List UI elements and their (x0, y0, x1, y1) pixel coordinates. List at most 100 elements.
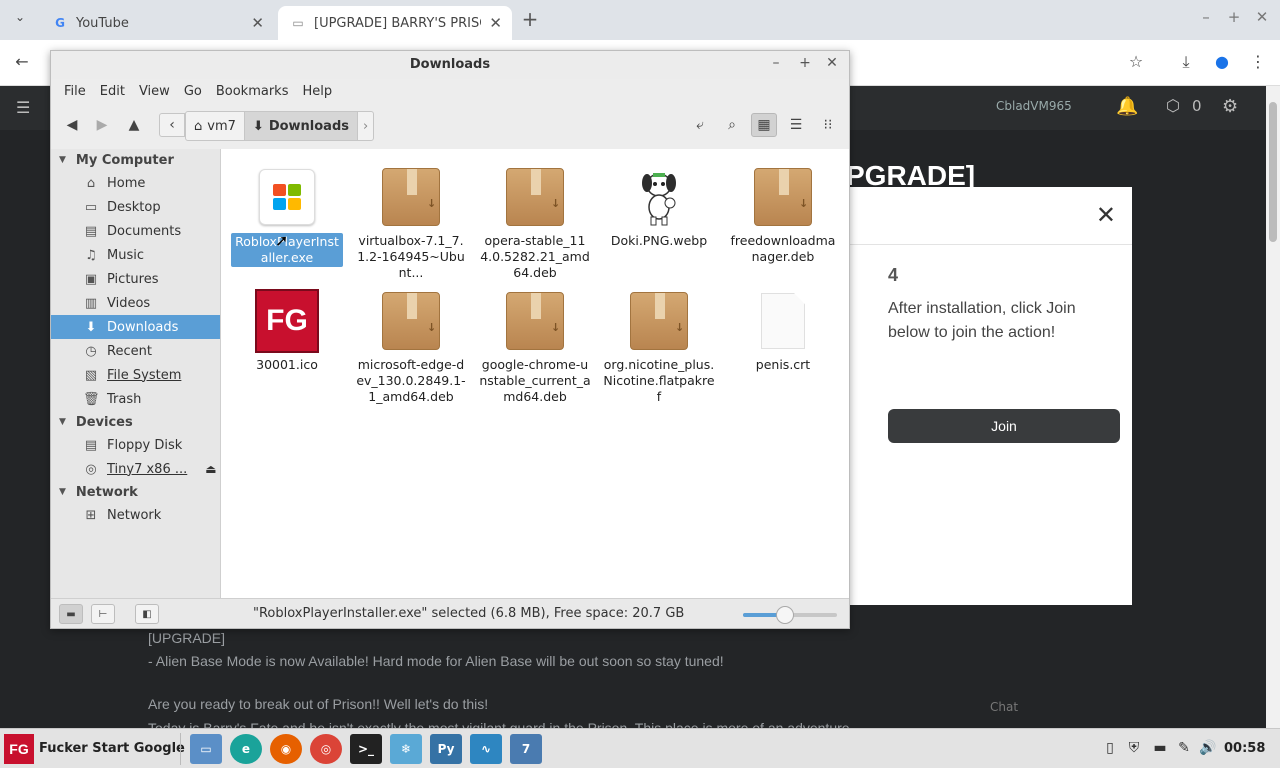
maximize-icon[interactable]: + (796, 55, 814, 71)
sidebar-item-label: Floppy Disk (107, 437, 183, 453)
start-menu-label[interactable]: Fucker Start Google (39, 741, 185, 756)
icon-view-icon[interactable]: ▦ (751, 113, 777, 137)
downloads-icon[interactable]: ⤓ (1174, 52, 1198, 72)
settings-gear-icon[interactable]: ⚙ (1222, 96, 1238, 117)
scroll-thumb[interactable] (1269, 102, 1277, 242)
tree-toggle-icon[interactable]: ⊢ (91, 604, 115, 624)
sidebar-item-videos[interactable]: ▥ Videos (51, 291, 220, 315)
tiny7-icon[interactable]: 7 (510, 734, 542, 764)
back-icon[interactable]: ← (10, 52, 34, 71)
volume-icon[interactable]: 🔊 (1198, 740, 1218, 756)
section-network[interactable]: ▼ Network (51, 481, 220, 503)
sidebar-item-recent[interactable]: ◷ Recent (51, 339, 220, 363)
file-item[interactable]: RobloxPlayerInstaller.exe (231, 165, 343, 267)
sidebar-item-trash[interactable]: 🗑 Trash (51, 387, 220, 411)
zoom-slider[interactable] (743, 606, 837, 624)
notifications-icon[interactable]: 🔔 (1116, 96, 1138, 117)
file-item[interactable]: opera-stable_114.0.5282.21_amd64.deb (479, 165, 591, 281)
file-manager-icon[interactable]: ▭ (190, 734, 222, 764)
system-monitor-icon[interactable]: ∿ (470, 734, 502, 764)
snowflake-icon[interactable]: ❄ (390, 734, 422, 764)
places-toggle-icon[interactable]: ▬ (59, 604, 83, 624)
menu-help[interactable]: Help (295, 79, 339, 103)
file-item[interactable]: freedownloadmanager.deb (727, 165, 839, 265)
clock[interactable]: 00:58 (1224, 741, 1265, 756)
crumb-left-icon[interactable]: ‹ (159, 113, 185, 137)
crumb-downloads[interactable]: ⬇ Downloads (244, 112, 359, 140)
minimize-icon[interactable]: – (1196, 8, 1216, 26)
crumb-right-icon[interactable]: › (358, 112, 373, 140)
hamburger-icon[interactable]: ☰ (16, 98, 30, 117)
edge-dev-icon[interactable]: e (230, 734, 262, 764)
bookmark-star-icon[interactable]: ☆ (1124, 52, 1148, 71)
open-terminal-icon[interactable]: ⤶ (687, 113, 713, 137)
menu-icon[interactable]: ⋮ (1246, 52, 1270, 71)
window-titlebar[interactable]: Downloads – + ✕ (51, 51, 849, 79)
file-item[interactable]: google-chrome-unstable_current_amd64.deb (479, 289, 591, 405)
eject-icon[interactable]: ⏏ (205, 462, 216, 476)
hide-sidebar-icon[interactable]: ◧ (135, 604, 159, 624)
firefox-icon[interactable]: ◉ (270, 734, 302, 764)
back-arrow-icon[interactable]: ◀ (59, 113, 85, 137)
username[interactable]: CbladVM965 (996, 99, 1072, 113)
list-view-icon[interactable]: ☰ (783, 113, 809, 137)
start-menu-logo[interactable]: FG (4, 734, 34, 764)
close-icon[interactable]: ✕ (1096, 201, 1116, 229)
up-arrow-icon[interactable]: ▲ (121, 113, 147, 137)
file-item[interactable]: microsoft-edge-dev_130.0.2849.1-1_amd64.… (355, 289, 467, 405)
join-button[interactable]: Join (888, 409, 1120, 443)
sidebar-item-network[interactable]: ⊞ Network (51, 503, 220, 527)
menu-go[interactable]: Go (177, 79, 209, 103)
chat-label[interactable]: Chat (990, 700, 1018, 714)
sidebar-item-music[interactable]: ♫ Music (51, 243, 220, 267)
menu-bar: File Edit View Go Bookmarks Help (51, 79, 849, 103)
sidebar-item-downloads[interactable]: ⬇ Downloads (51, 315, 220, 339)
file-item[interactable]: org.nicotine_plus.Nicotine.flatpakref (603, 289, 715, 405)
close-icon[interactable]: ✕ (1252, 8, 1272, 26)
sidebar-item-home[interactable]: ⌂ Home (51, 171, 220, 195)
minimize-icon[interactable]: – (767, 55, 785, 71)
python-icon[interactable]: Py (430, 734, 462, 764)
tab-search-icon[interactable]: ⌄ (8, 10, 32, 30)
menu-edit[interactable]: Edit (93, 79, 132, 103)
sidebar-item-floppy-disk[interactable]: ▤ Floppy Disk (51, 433, 220, 457)
section-my-computer[interactable]: ▼ My Computer (51, 149, 220, 171)
menu-view[interactable]: View (132, 79, 177, 103)
sidebar-item-pictures[interactable]: ▣ Pictures (51, 267, 220, 291)
close-tab-icon[interactable]: ✕ (251, 14, 264, 32)
section-devices[interactable]: ▼ Devices (51, 411, 220, 433)
collapse-triangle-icon[interactable]: ▼ (59, 417, 66, 427)
terminal-icon[interactable]: >_ (350, 734, 382, 764)
pen-icon[interactable]: ✎ (1174, 740, 1194, 756)
menu-bookmarks[interactable]: Bookmarks (209, 79, 296, 103)
tab-barrys-prison[interactable]: ▭ [UPGRADE] BARRY'S PRISON ✕ (278, 6, 512, 40)
shield-icon[interactable]: ⛨ (1124, 740, 1144, 756)
sidebar-item-documents[interactable]: ▤ Documents (51, 219, 220, 243)
collapse-triangle-icon[interactable]: ▼ (59, 155, 66, 165)
robux-icon[interactable]: ⬡ (1166, 96, 1180, 115)
collapse-triangle-icon[interactable]: ▼ (59, 487, 66, 497)
file-item[interactable]: virtualbox-7.1_7.1.2-164945~Ubunt... (355, 165, 467, 281)
close-icon[interactable]: ✕ (823, 55, 841, 71)
profile-icon[interactable]: ● (1210, 52, 1234, 71)
search-icon[interactable]: ⌕ (719, 113, 745, 137)
file-item[interactable]: Doki.PNG.webp (603, 165, 715, 249)
maximize-icon[interactable]: + (1224, 8, 1244, 26)
zoom-slider-knob[interactable] (776, 606, 795, 624)
file-item[interactable]: penis.crt (727, 289, 839, 373)
tab-youtube[interactable]: G YouTube ✕ (40, 6, 274, 40)
crumb-home[interactable]: ⌂ vm7 (186, 112, 245, 140)
chrome-icon[interactable]: ◎ (310, 734, 342, 764)
forward-arrow-icon[interactable]: ▶ (89, 113, 115, 137)
file-item[interactable]: FG 30001.ico (231, 289, 343, 373)
sidebar-item-desktop[interactable]: ▭ Desktop (51, 195, 220, 219)
menu-file[interactable]: File (57, 79, 93, 103)
keyboard-icon[interactable]: ▬ (1150, 740, 1170, 756)
sidebar-item-tiny7[interactable]: ◎ Tiny7 x86 ... ⏏ (51, 457, 220, 481)
close-tab-icon[interactable]: ✕ (489, 14, 502, 32)
compact-view-icon[interactable]: ⁝⁝ (815, 113, 841, 137)
page-scrollbar[interactable] (1266, 86, 1280, 728)
new-tab-button[interactable]: + (518, 8, 542, 32)
sidebar-item-file-system[interactable]: ▧ File System (51, 363, 220, 387)
clipboard-icon[interactable]: ▯ (1100, 740, 1120, 756)
